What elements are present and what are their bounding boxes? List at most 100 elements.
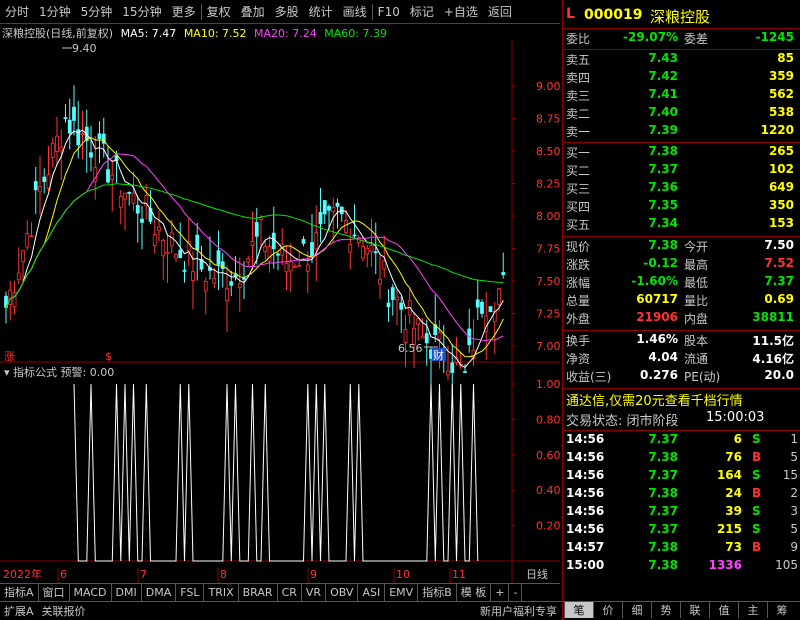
toolbar-item-5[interactable]: 复权	[202, 3, 236, 20]
indicator-tab-10[interactable]: OBV	[326, 583, 359, 602]
kline-chart[interactable]: 9.00 8.75 8.50 8.25 8.00 7.75 7.50 7.25 7.00 9.40…	[0, 40, 560, 583]
trade-status: 交易状态: 闭市阶段 15:00:03	[562, 410, 800, 429]
promo-link[interactable]: 新用户福利专享	[476, 603, 561, 619]
tick-row-5: 14:56 7.37 215 S 5	[562, 522, 800, 540]
ask-row-2: 卖三 7.41 562	[562, 87, 800, 105]
bid-row-2-value: 7.36	[648, 180, 678, 194]
tick-price: 7.38	[648, 450, 678, 464]
tick-price: 7.38	[648, 540, 678, 554]
price-axis-label: 7.25	[536, 308, 560, 321]
indicator-tab-5[interactable]: FSL	[176, 583, 205, 602]
promo-text[interactable]: 通达信,仅需20元查看千档行情	[566, 390, 800, 409]
indicator-tab-3[interactable]: DMI	[112, 583, 142, 602]
stat-row-0-value2: 7.50	[764, 238, 794, 252]
candle-body	[59, 146, 64, 152]
stock-code: 000019	[584, 7, 643, 23]
bid-row-1-value2: 102	[768, 162, 794, 176]
candle-body	[267, 246, 272, 262]
candle-body	[420, 335, 425, 339]
indicator-tab-7[interactable]: BRAR	[239, 583, 278, 602]
price-axis-label: 8.75	[536, 113, 560, 126]
zhang-marker: 涨	[4, 350, 15, 363]
bid-row-0-value2: 265	[768, 144, 794, 158]
bid-row-1-label: 买二	[566, 164, 591, 178]
chart-title: 深粮控股(日线,前复权) MA5: 7.47 MA10: 7.52 MA20: …	[2, 25, 391, 41]
toolbar-item-4[interactable]: 更多	[167, 3, 201, 20]
stat-row-1-label: 涨跌	[566, 258, 591, 272]
bid-row-0: 买一 7.38 265	[562, 144, 800, 162]
tick-count: 3	[790, 504, 798, 518]
candle-body	[369, 245, 374, 253]
ask-row-4: 卖一 7.39 1220	[562, 123, 800, 141]
candle-body	[89, 152, 93, 158]
toolbar-item-3[interactable]: 15分钟	[117, 3, 166, 20]
related-quote-button[interactable]: 关联报价	[38, 603, 90, 619]
indicator-tab-14[interactable]: 模 板	[457, 583, 492, 602]
indicator-tab-0[interactable]: 指标A	[0, 583, 39, 602]
toolbar-item-13[interactable]: 返回	[483, 3, 517, 20]
ask-row-2-value2: 562	[768, 87, 794, 101]
toolbar-item-1[interactable]: 1分钟	[34, 3, 76, 20]
indicator-tab-9[interactable]: VR	[302, 583, 327, 602]
candle-body	[254, 222, 259, 237]
indicator-tab-1[interactable]: 窗口	[39, 583, 70, 602]
divider	[562, 142, 800, 143]
indicator-tab-16[interactable]: -	[509, 583, 523, 602]
tick-row-1: 14:56 7.38 76 B 5	[562, 450, 800, 468]
stat-row-3-label2: 量比	[684, 294, 709, 308]
candle-body	[50, 142, 55, 158]
candle-body	[424, 333, 429, 344]
toolbar-item-11[interactable]: 标记	[405, 3, 439, 20]
tick-row-4: 14:56 7.37 39 S 3	[562, 504, 800, 522]
candle-body	[55, 135, 59, 152]
candle-body	[191, 271, 195, 281]
indicator-tab-13[interactable]: 指标B	[418, 583, 457, 602]
indicator-tab-12[interactable]: EMV	[385, 583, 419, 602]
toolbar: 分时 1分钟 5分钟 15分钟 更多 复权 叠加 多股 统计 画线 F10 标记 +自选 返回	[0, 0, 560, 24]
tick-direction: B	[752, 450, 762, 464]
candle-body	[242, 277, 246, 280]
candle-body	[237, 283, 242, 288]
toolbar-item-12[interactable]: +自选	[439, 3, 483, 20]
ask-row-1-label: 卖四	[566, 71, 591, 85]
candle-body	[297, 264, 302, 267]
candle-body	[403, 329, 408, 343]
toolbar-item-0[interactable]: 分时	[0, 3, 34, 20]
tick-direction: S	[752, 432, 761, 446]
indicator-tab-6[interactable]: TRIX	[204, 583, 239, 602]
tick-time: 14:56	[566, 468, 605, 482]
candle-body	[225, 288, 229, 302]
bid-row-2-value2: 649	[768, 180, 794, 194]
candle-body	[195, 234, 200, 251]
tick-price: 7.37	[648, 522, 678, 536]
indicator-tab-15[interactable]: +	[491, 583, 510, 602]
ma20-line	[5, 153, 504, 342]
tick-volume: 24	[725, 486, 742, 500]
toolbar-item-6[interactable]: 叠加	[236, 3, 270, 20]
toolbar-item-2[interactable]: 5分钟	[76, 3, 118, 20]
toolbar-item-7[interactable]: 多股	[270, 3, 304, 20]
indicator-tab-8[interactable]: CR	[278, 583, 302, 602]
bid-row-1: 买二 7.37 102	[562, 162, 800, 180]
toolbar-item-10[interactable]: F10	[373, 5, 405, 19]
stat2-row-1-value2: 4.16亿	[752, 352, 794, 366]
stat-row-0-label: 现价	[566, 240, 591, 254]
expand-a-button[interactable]: 扩展A	[0, 603, 38, 619]
stat-row-2-label: 涨幅	[566, 276, 591, 290]
indicator-tab-11[interactable]: ASI	[358, 583, 386, 602]
toolbar-item-8[interactable]: 统计	[304, 3, 338, 20]
bid-row-2-label: 买三	[566, 182, 591, 196]
trade-status-time: 15:00:03	[706, 410, 765, 425]
tick-price: 7.37	[648, 504, 678, 518]
tick-volume: 73	[725, 540, 742, 554]
weibi-row-value: -29.07%	[623, 30, 678, 44]
tick-count: 5	[790, 522, 798, 536]
candle-body	[38, 186, 42, 193]
candle-body	[135, 204, 140, 214]
indicator-tab-4[interactable]: DMA	[142, 583, 177, 602]
candle-body	[284, 263, 289, 273]
price-axis-label: 8.50	[536, 145, 560, 158]
bid-row-0-label: 买一	[566, 146, 591, 160]
toolbar-item-9[interactable]: 画线	[338, 3, 372, 20]
indicator-tab-2[interactable]: MACD	[70, 583, 112, 602]
